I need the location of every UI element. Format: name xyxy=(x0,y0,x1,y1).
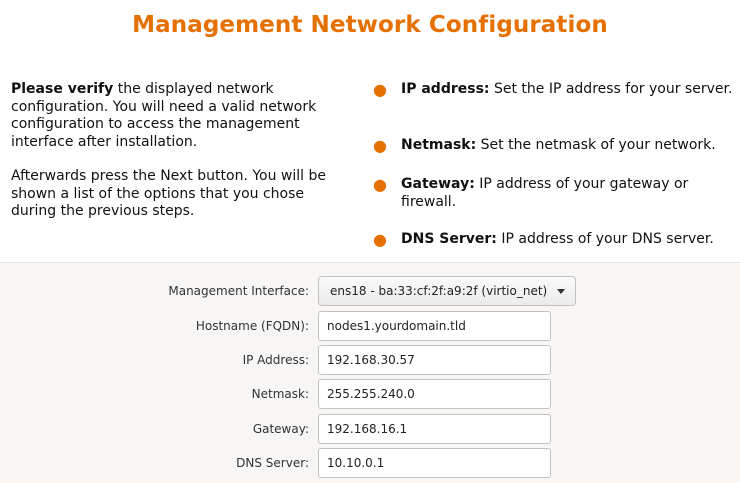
netmask-label: Netmask: xyxy=(251,387,309,401)
bullet-ip-address: ● IP address: Set the IP address for you… xyxy=(373,81,735,99)
bullet-label: Netmask: xyxy=(401,137,477,153)
bullet-text: IP address of your DNS server. xyxy=(496,231,714,247)
bullet-text: Set the IP address for your server. xyxy=(489,81,733,97)
bullet-text: Set the netmask of your network. xyxy=(476,137,716,153)
gateway-input[interactable]: 192.168.16.1 xyxy=(318,414,551,444)
ip-address-row: IP Address: 192.168.30.57 xyxy=(0,345,740,375)
bullet-dot-icon: ● xyxy=(373,230,387,249)
hostname-row: Hostname (FQDN): nodes1.yourdomain.tld xyxy=(0,311,740,341)
bullet-dot-icon: ● xyxy=(373,136,387,155)
hostname-input[interactable]: nodes1.yourdomain.tld xyxy=(318,311,551,341)
intro-verify-bold: Please verify xyxy=(11,81,114,97)
dns-server-row: DNS Server: 10.10.0.1 xyxy=(0,448,740,478)
ip-address-label: IP Address: xyxy=(242,353,309,367)
ip-address-input[interactable]: 192.168.30.57 xyxy=(318,345,551,375)
management-interface-label: Management Interface: xyxy=(168,284,309,298)
management-interface-value: ens18 - ba:33:cf:2f:a9:2f (virtio_net) xyxy=(330,284,548,298)
bullet-gateway: ● Gateway: IP address of your gateway or… xyxy=(373,176,735,211)
network-config-form: Management Interface: ens18 - ba:33:cf:2… xyxy=(0,262,740,483)
bullet-label: IP address: xyxy=(401,81,490,97)
management-interface-row: Management Interface: ens18 - ba:33:cf:2… xyxy=(0,276,740,306)
bullet-dot-icon: ● xyxy=(373,175,387,194)
bullet-netmask: ● Netmask: Set the netmask of your netwo… xyxy=(373,137,735,155)
bullet-label: DNS Server: xyxy=(401,231,497,247)
bullet-dot-icon: ● xyxy=(373,80,387,99)
dns-server-label: DNS Server: xyxy=(236,456,309,470)
netmask-row: Netmask: 255.255.240.0 xyxy=(0,379,740,409)
management-interface-select[interactable]: ens18 - ba:33:cf:2f:a9:2f (virtio_net) xyxy=(318,276,576,306)
intro-paragraph-verify: Please verify the displayed network conf… xyxy=(11,81,351,151)
bullet-dns-server: ● DNS Server: IP address of your DNS ser… xyxy=(373,231,735,249)
dns-server-input[interactable]: 10.10.0.1 xyxy=(318,448,551,478)
bullet-label: Gateway: xyxy=(401,176,475,192)
page-title: Management Network Configuration xyxy=(132,12,608,38)
intro-paragraph-next: Afterwards press the Next button. You wi… xyxy=(11,168,326,219)
gateway-label: Gateway: xyxy=(252,422,309,436)
chevron-down-icon xyxy=(557,289,565,294)
hostname-label: Hostname (FQDN): xyxy=(195,319,309,333)
netmask-input[interactable]: 255.255.240.0 xyxy=(318,379,551,409)
intro-text: Please verify the displayed network conf… xyxy=(11,81,351,238)
gateway-row: Gateway: 192.168.16.1 xyxy=(0,414,740,444)
